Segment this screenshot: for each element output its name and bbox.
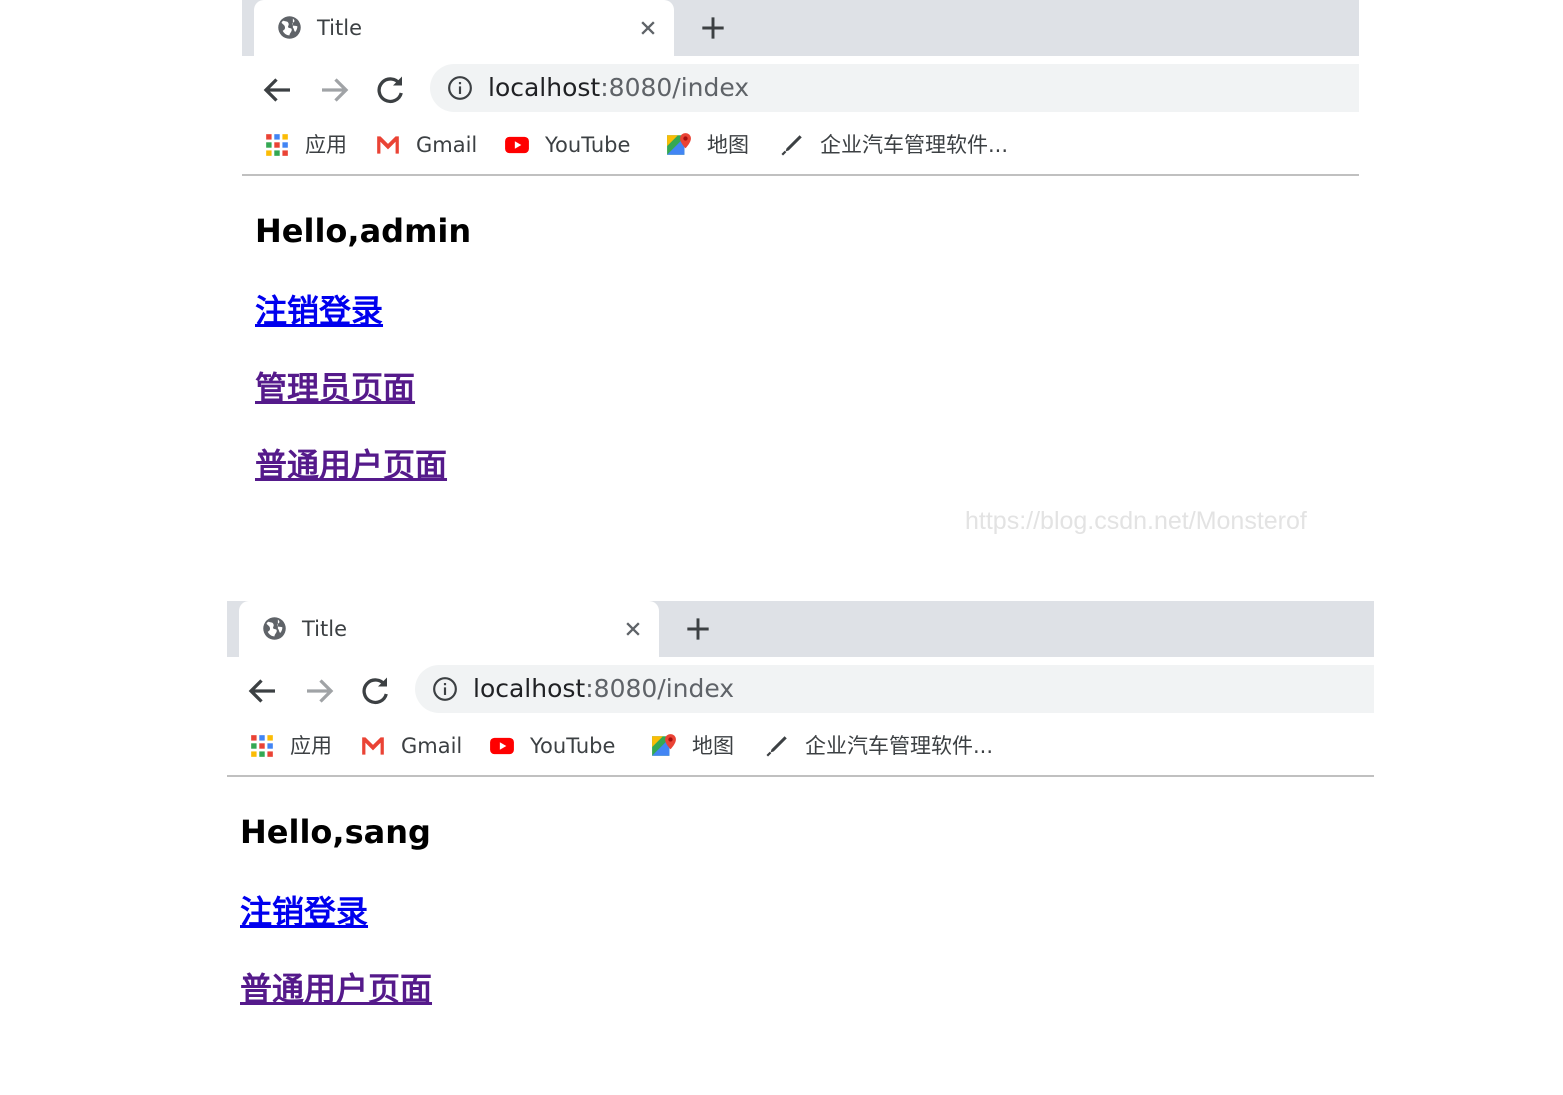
plus-icon[interactable] xyxy=(697,12,729,44)
address-bar[interactable]: localhost:8080/index xyxy=(415,665,1374,713)
reload-icon[interactable] xyxy=(357,673,393,709)
bookmark-maps[interactable]: 地图 xyxy=(666,131,749,159)
bookmark-label: Gmail xyxy=(401,734,463,758)
bookmark-car-management[interactable]: 企业汽车管理软件... xyxy=(779,131,1008,159)
bookmark-apps[interactable]: 应用 xyxy=(264,131,347,159)
bookmarks-bar: 应用 Gmail YouTube 地图 企业汽车管理软件... xyxy=(227,721,1374,777)
bookmark-label: 应用 xyxy=(305,133,347,157)
browser-toolbar: localhost:8080/index xyxy=(242,56,1359,120)
browser-toolbar: localhost:8080/index xyxy=(227,657,1374,721)
url-path: :8080/index xyxy=(600,73,750,102)
browser-tab[interactable]: Title xyxy=(239,601,659,657)
tab-strip: Title xyxy=(242,0,1359,56)
gmail-icon xyxy=(377,136,399,154)
bookmark-youtube[interactable]: YouTube xyxy=(504,131,630,159)
greeting-heading: Hello,admin xyxy=(255,212,472,250)
bookmark-apps[interactable]: 应用 xyxy=(249,732,332,760)
tab-strip: Title xyxy=(227,601,1374,657)
bookmark-gmail[interactable]: Gmail xyxy=(360,732,462,760)
bookmark-label: YouTube xyxy=(530,734,616,758)
logout-link[interactable]: 注销登录 xyxy=(255,286,383,332)
tab-title: Title xyxy=(302,617,348,641)
bookmark-label: 应用 xyxy=(290,734,332,758)
pen-icon xyxy=(766,736,787,757)
address-bar[interactable]: localhost:8080/index xyxy=(430,64,1359,112)
back-arrow-icon[interactable] xyxy=(260,72,296,108)
url-text[interactable]: localhost:8080/index xyxy=(488,73,749,103)
bookmark-label: 地图 xyxy=(692,734,734,758)
maps-icon xyxy=(652,734,676,756)
bookmark-maps[interactable]: 地图 xyxy=(651,732,734,760)
greeting-heading: Hello,sang xyxy=(240,813,431,851)
close-icon[interactable] xyxy=(619,615,647,643)
browser-window-admin: Title localhost:8080/index 应用 Gmail YouT… xyxy=(242,0,1359,560)
info-icon[interactable] xyxy=(447,75,473,101)
youtube-icon xyxy=(505,136,529,154)
bookmark-label: Gmail xyxy=(416,133,478,157)
bookmark-car-management[interactable]: 企业汽车管理软件... xyxy=(764,732,993,760)
bookmark-youtube[interactable]: YouTube xyxy=(489,732,615,760)
logout-link[interactable]: 注销登录 xyxy=(240,887,368,933)
url-path: :8080/index xyxy=(585,674,735,703)
globe-icon xyxy=(263,617,286,640)
forward-arrow-icon[interactable] xyxy=(301,673,337,709)
bookmarks-bar: 应用 Gmail YouTube 地图 企业汽车管理软件... xyxy=(242,120,1359,176)
url-host: localhost xyxy=(473,674,586,703)
maps-icon xyxy=(667,133,691,155)
user-page-link[interactable]: 普通用户页面 xyxy=(240,964,432,1010)
watermark: https://blog.csdn.net/Monsterof xyxy=(965,507,1307,535)
browser-tab[interactable]: Title xyxy=(254,0,674,56)
url-text[interactable]: localhost:8080/index xyxy=(473,674,734,704)
apps-grid-icon xyxy=(251,735,273,757)
plus-icon[interactable] xyxy=(682,613,714,645)
youtube-icon xyxy=(490,737,514,755)
tab-title: Title xyxy=(317,16,363,40)
pen-icon xyxy=(781,135,802,156)
close-icon[interactable] xyxy=(634,14,662,42)
reload-icon[interactable] xyxy=(372,72,408,108)
bookmark-label: 地图 xyxy=(707,133,749,157)
bookmark-label: 企业汽车管理软件... xyxy=(805,734,994,758)
forward-arrow-icon[interactable] xyxy=(316,72,352,108)
gmail-icon xyxy=(362,737,384,755)
bookmark-label: YouTube xyxy=(545,133,631,157)
bookmark-gmail[interactable]: Gmail xyxy=(375,131,477,159)
user-page-link[interactable]: 普通用户页面 xyxy=(255,440,447,486)
bookmark-label: 企业汽车管理软件... xyxy=(820,133,1009,157)
globe-icon xyxy=(278,16,301,39)
url-host: localhost xyxy=(488,73,601,102)
browser-window-user: Title localhost:8080/index 应用 Gmail YouT… xyxy=(227,601,1374,1071)
apps-grid-icon xyxy=(266,134,288,156)
admin-page-link[interactable]: 管理员页面 xyxy=(255,363,415,409)
info-icon[interactable] xyxy=(432,676,458,702)
back-arrow-icon[interactable] xyxy=(245,673,281,709)
